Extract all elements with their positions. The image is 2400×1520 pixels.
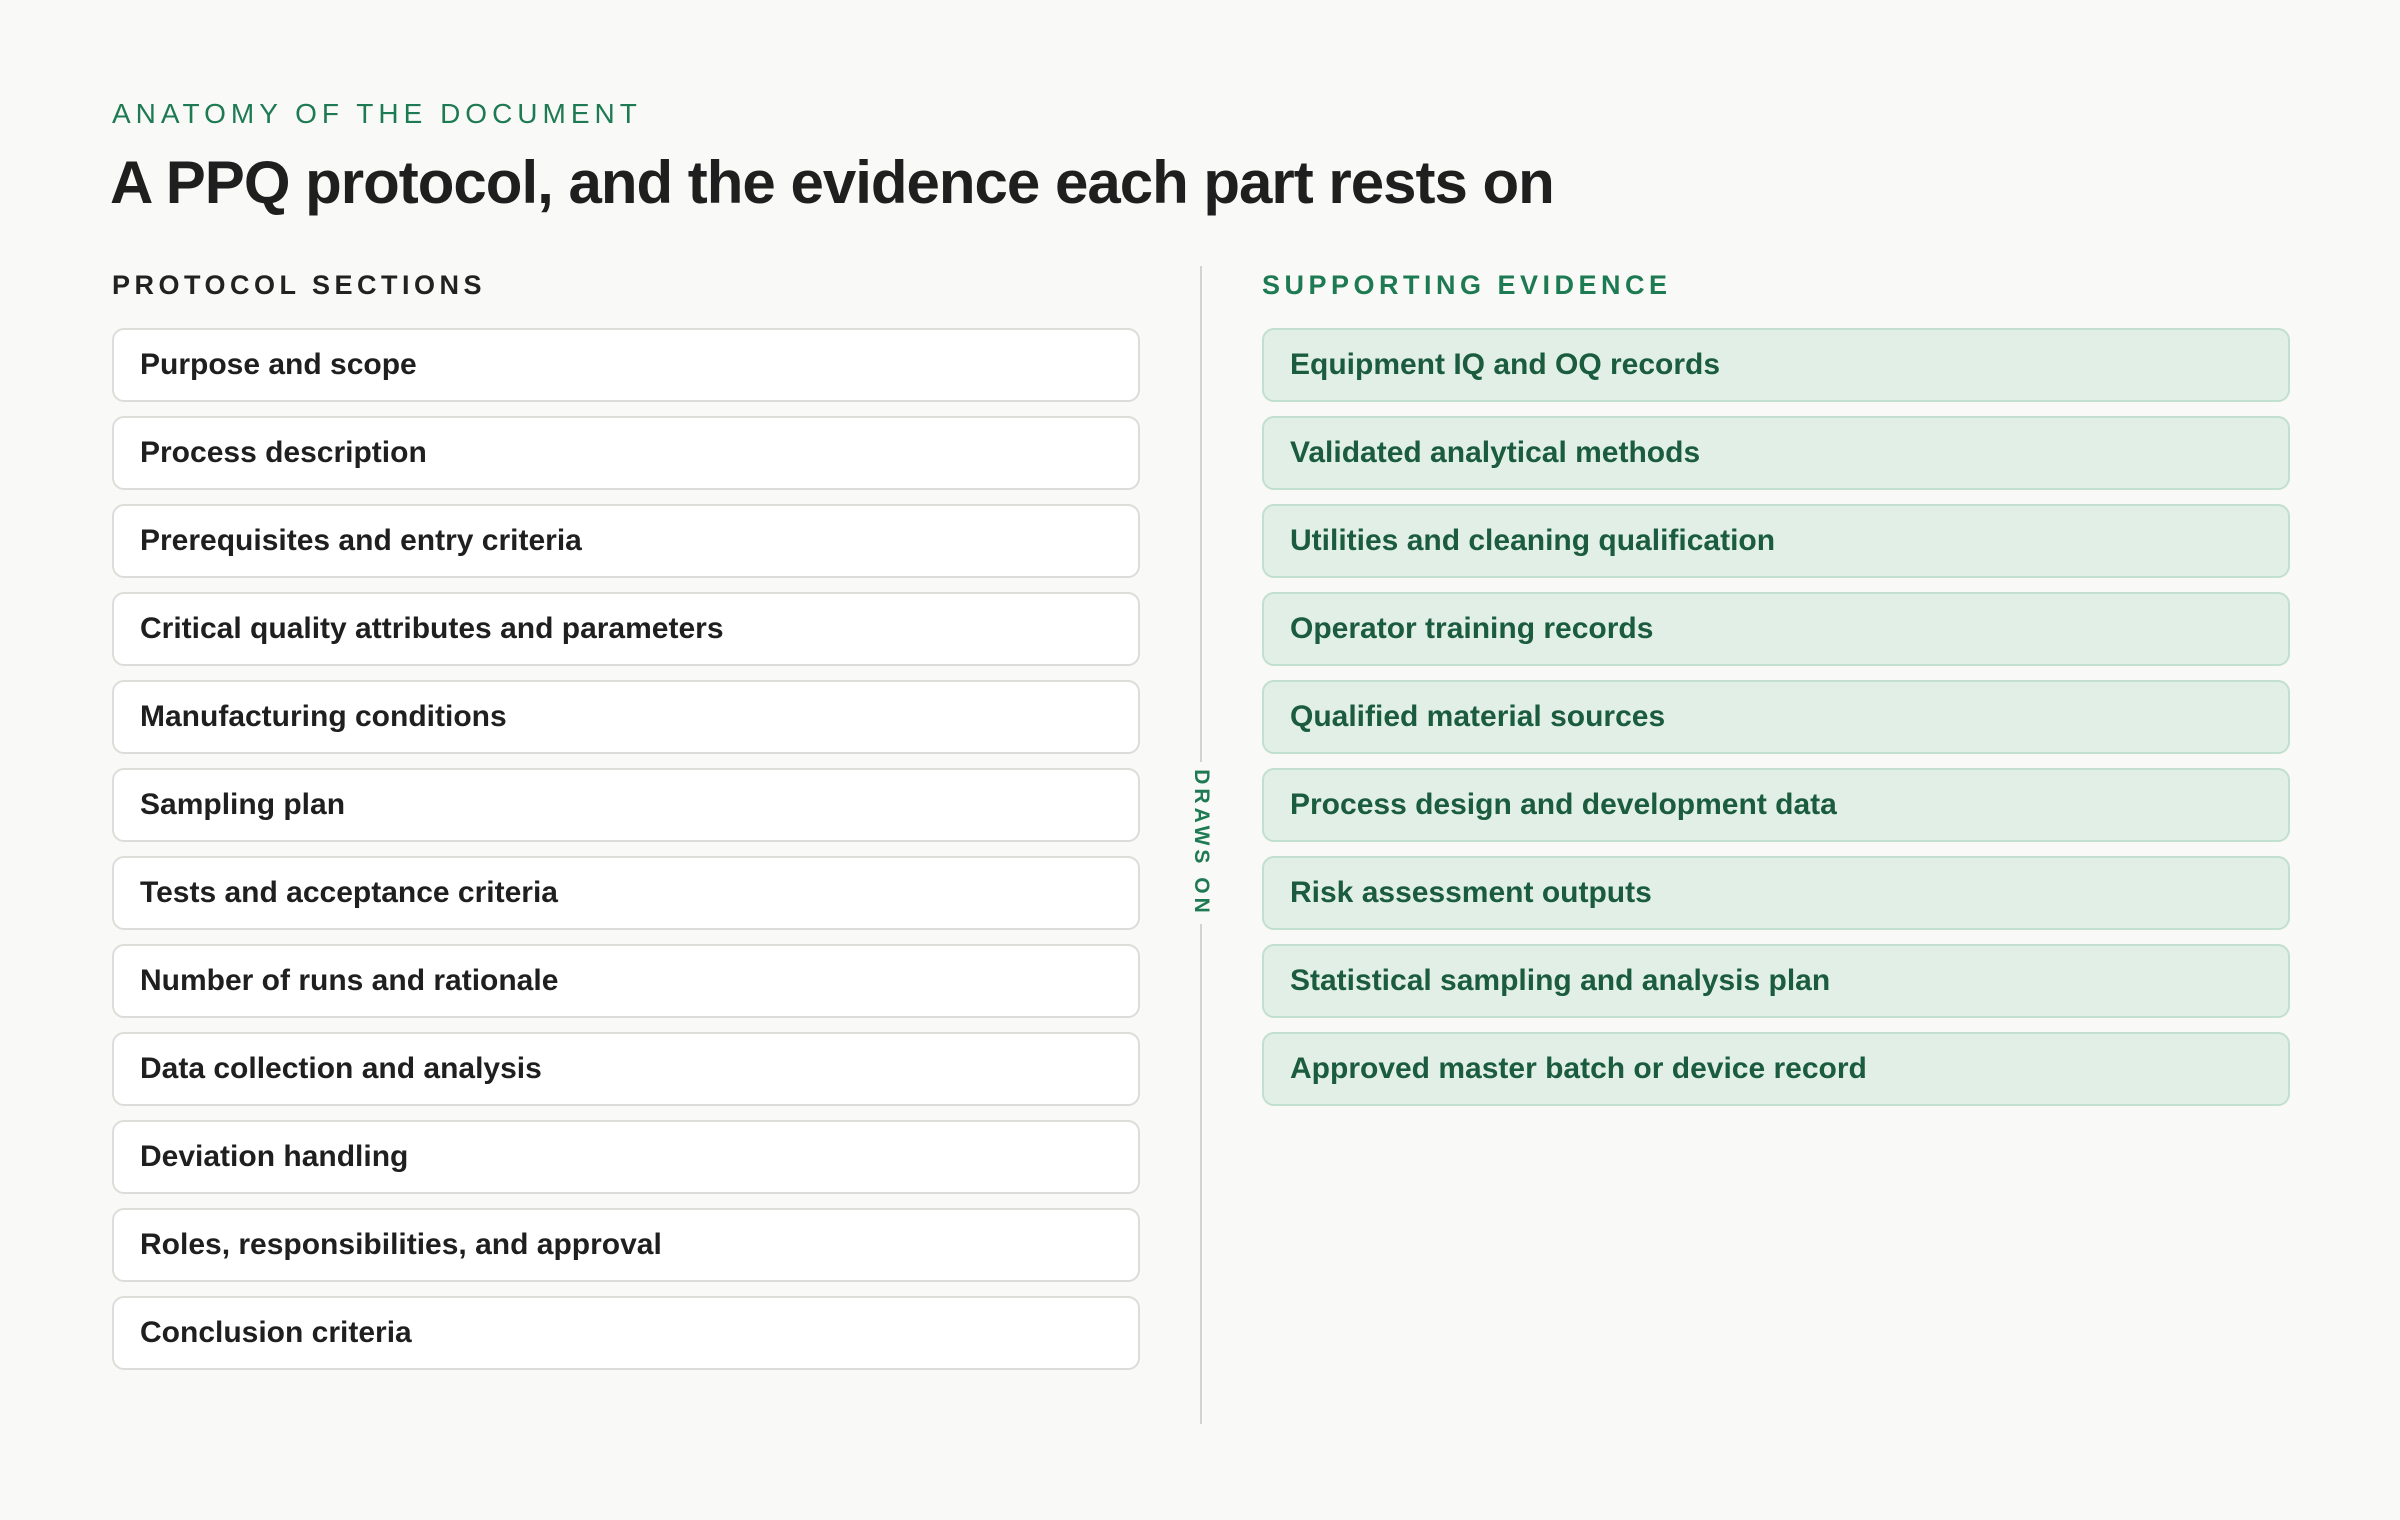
protocol-sections-list: Purpose and scope Process description Pr… [112,328,1140,1384]
evidence-item: Qualified material sources [1262,680,2290,754]
protocol-section-item: Manufacturing conditions [112,680,1140,754]
protocol-section-item: Data collection and analysis [112,1032,1140,1106]
protocol-section-item: Process description [112,416,1140,490]
evidence-item: Validated analytical methods [1262,416,2290,490]
protocol-section-item: Tests and acceptance criteria [112,856,1140,930]
evidence-item: Statistical sampling and analysis plan [1262,944,2290,1018]
protocol-section-item: Sampling plan [112,768,1140,842]
column-divider-bottom [1200,924,1202,1424]
protocol-section-item: Deviation handling [112,1120,1140,1194]
supporting-evidence-heading: SUPPORTING EVIDENCE [1262,270,1672,300]
protocol-section-item: Conclusion criteria [112,1296,1140,1370]
protocol-section-item: Critical quality attributes and paramete… [112,592,1140,666]
evidence-item: Utilities and cleaning qualification [1262,504,2290,578]
supporting-evidence-list: Equipment IQ and OQ records Validated an… [1262,328,2290,1120]
column-divider-top [1200,266,1202,762]
protocol-section-item: Roles, responsibilities, and approval [112,1208,1140,1282]
page-title: A PPQ protocol, and the evidence each pa… [110,149,1555,216]
protocol-section-item: Number of runs and rationale [112,944,1140,1018]
protocol-section-item: Prerequisites and entry criteria [112,504,1140,578]
evidence-item: Approved master batch or device record [1262,1032,2290,1106]
draws-on-label: DRAWS ON [1190,769,1213,917]
evidence-item: Equipment IQ and OQ records [1262,328,2290,402]
evidence-item: Process design and development data [1262,768,2290,842]
evidence-item: Operator training records [1262,592,2290,666]
eyebrow-label: ANATOMY OF THE DOCUMENT [112,98,642,129]
protocol-sections-heading: PROTOCOL SECTIONS [112,270,487,300]
evidence-item: Risk assessment outputs [1262,856,2290,930]
protocol-section-item: Purpose and scope [112,328,1140,402]
